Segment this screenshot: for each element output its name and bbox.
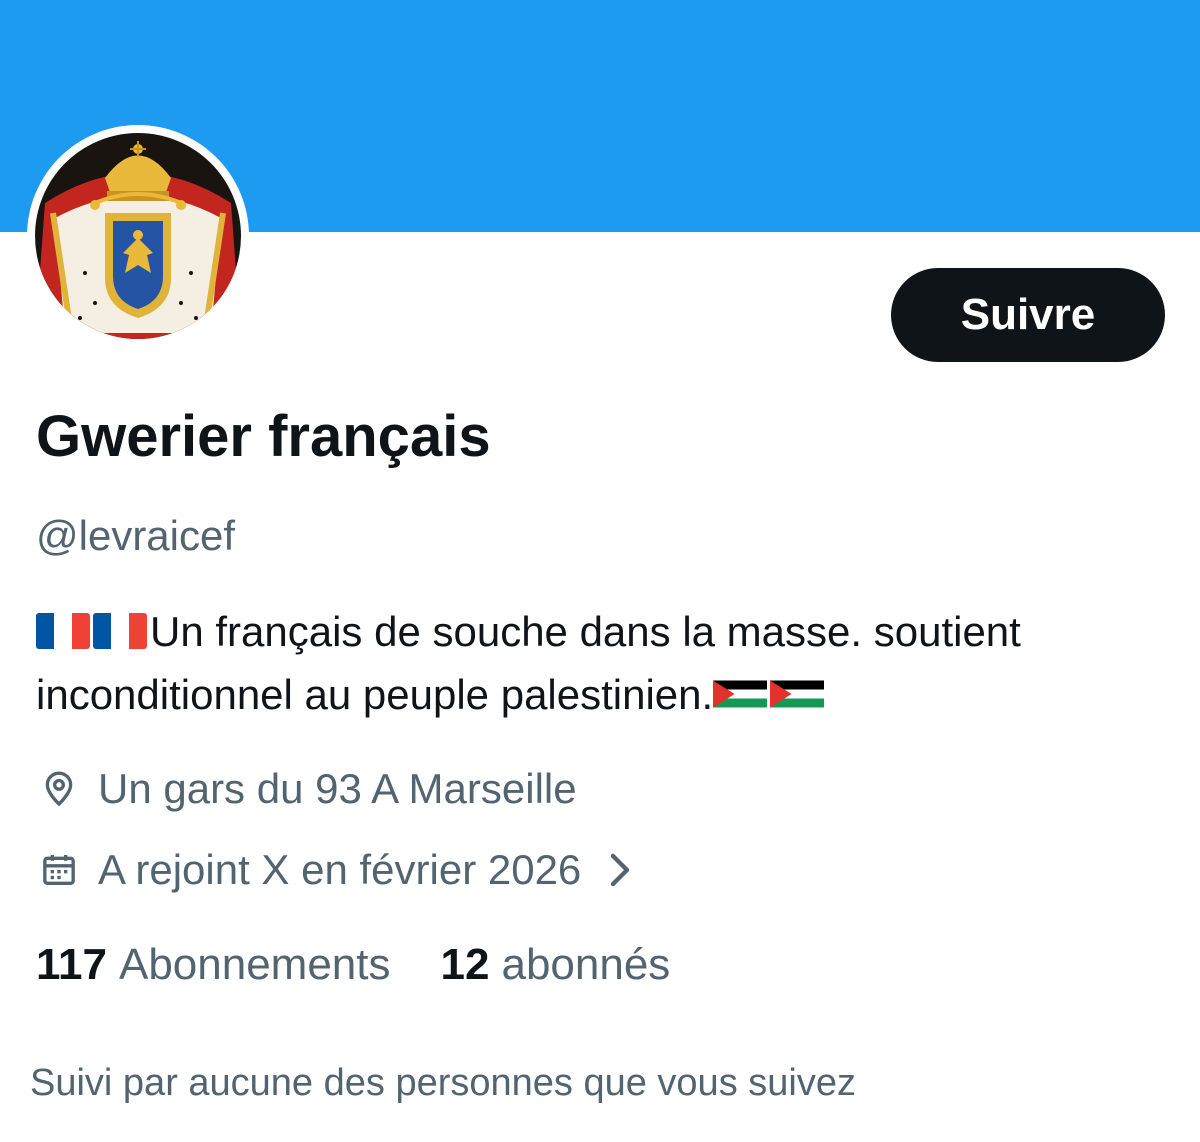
follow-button[interactable]: Suivre [891, 268, 1165, 362]
flag-palestine-icon [713, 676, 768, 712]
followed-by-text: Suivi par aucune des personnes que vous … [30, 1062, 856, 1104]
joined-row[interactable]: A rejoint X en février 2026 [36, 843, 637, 897]
follow-stats: 117 Abonnements 12 abonnés [36, 937, 670, 993]
location-pin-icon [36, 766, 82, 812]
followers-stat[interactable]: 12 abonnés [441, 937, 671, 993]
followers-label: abonnés [501, 940, 671, 989]
display-name: Gwerier français [36, 404, 491, 469]
flag-france-icon [93, 613, 147, 649]
following-stat[interactable]: 117 Abonnements [36, 937, 391, 993]
flag-france-icon [36, 613, 90, 649]
calendar-icon [36, 847, 82, 893]
followers-count: 12 [440, 940, 490, 989]
following-count: 117 [36, 940, 107, 989]
location-row: Un gars du 93 A Marseille [36, 762, 577, 816]
chevron-right-icon[interactable] [607, 850, 637, 890]
flag-palestine-icon [770, 676, 825, 712]
following-label: Abonnements [118, 940, 391, 989]
bio-text: Un français de souche dans la masse. sou… [36, 608, 1021, 718]
avatar[interactable] [27, 125, 249, 347]
coat-of-arms-image [35, 133, 241, 339]
bio: Un français de souche dans la masse. sou… [36, 600, 1176, 726]
joined-text: A rejoint X en février 2026 [98, 846, 582, 893]
user-handle: @levraicef [36, 512, 236, 559]
location-text: Un gars du 93 A Marseille [98, 765, 577, 812]
